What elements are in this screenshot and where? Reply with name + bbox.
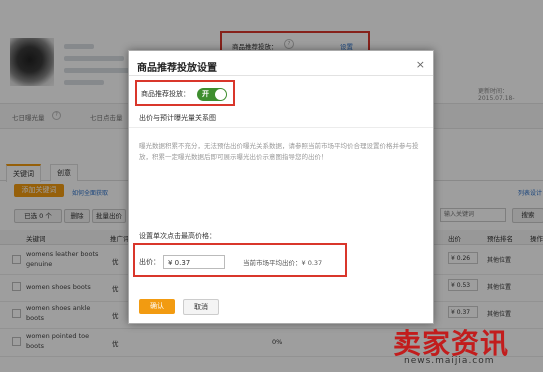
market-average: 当前市场平均出价：¥ 0.37	[243, 259, 323, 267]
toggle-label: 商品推荐投放：	[141, 90, 190, 98]
bid-section-title: 设置单次点击最高价格：	[139, 232, 216, 240]
bid-input[interactable]: ¥ 0.37	[163, 255, 225, 269]
bid-label: 出价：	[139, 258, 160, 266]
section-title: 出价与预计曝光量关系图	[139, 114, 216, 122]
confirm-button[interactable]: 确认	[139, 299, 175, 314]
toggle-state: 开	[202, 90, 209, 98]
watermark-url: news.maijia.com	[404, 356, 495, 366]
bid-highlight-box: 出价： ¥ 0.37 当前市场平均出价：¥ 0.37	[133, 243, 347, 277]
divider	[129, 75, 433, 76]
exposure-notice: 曝光数据积累不充分，无法预估出价曝光关系数据，请参照当前市场平均价合理设置价格并…	[139, 142, 419, 161]
promo-toggle-switch[interactable]: 开	[197, 88, 227, 101]
cancel-button[interactable]: 取消	[183, 299, 219, 315]
dialog-title: 商品推荐投放设置	[137, 63, 217, 74]
divider	[129, 127, 433, 128]
toggle-highlight-box: 商品推荐投放： 开	[135, 80, 235, 106]
toggle-knob	[215, 89, 226, 100]
promo-settings-dialog: 商品推荐投放设置 × 商品推荐投放： 开 出价与预计曝光量关系图 曝光数据积累不…	[128, 50, 434, 324]
close-icon[interactable]: ×	[416, 58, 425, 71]
